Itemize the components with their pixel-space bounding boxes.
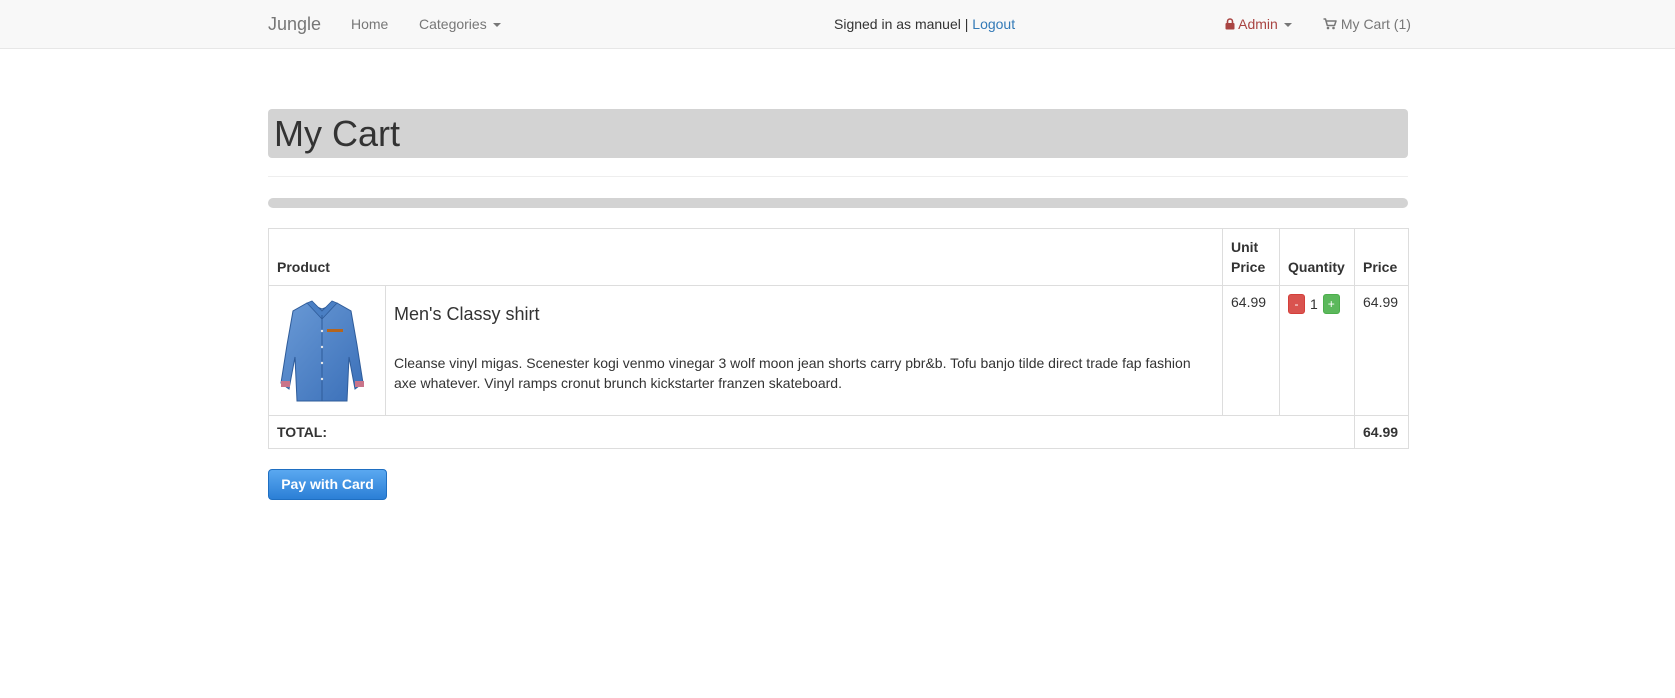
shopping-cart-icon: [1323, 18, 1337, 30]
product-description: Cleanse vinyl migas. Scenester kogi venm…: [394, 355, 1191, 391]
total-label: TOTAL:: [268, 415, 1355, 449]
quantity-cell: -1 +: [1279, 285, 1355, 416]
shirt-image: [280, 300, 364, 402]
product-info-cell: Men's Classy shirt Cleanse vinyl migas. …: [385, 285, 1223, 416]
caret-down-icon: [492, 23, 501, 28]
total-row: TOTAL: 64.99: [268, 415, 1409, 449]
increase-quantity-button[interactable]: +: [1322, 294, 1340, 314]
admin-label: Admin: [1238, 16, 1278, 32]
lock-icon: [1225, 18, 1235, 30]
caret-down-icon: [1283, 23, 1292, 28]
admin-dropdown[interactable]: Admin: [1225, 0, 1292, 48]
navbar: Jungle Home Categories Signed in as manu…: [0, 0, 1675, 49]
price-cell: 64.99: [1354, 285, 1409, 416]
logout-link[interactable]: Logout: [972, 16, 1015, 32]
page-header: My Cart: [268, 109, 1408, 158]
table-header-row: Product Unit Price Quantity Price: [268, 228, 1409, 286]
brand-logo[interactable]: Jungle: [268, 0, 321, 48]
table-row: Men's Classy shirt Cleanse vinyl migas. …: [268, 285, 1409, 416]
progress-bar: [268, 198, 1408, 208]
decrease-quantity-button[interactable]: -: [1288, 294, 1305, 314]
column-header-price: Price: [1354, 228, 1409, 286]
column-header-unit-price: Unit Price: [1222, 228, 1280, 286]
cart-table: Product Unit Price Quantity Price Men's …: [268, 228, 1409, 449]
my-cart-link[interactable]: My Cart (1): [1323, 0, 1411, 48]
nav-categories-dropdown[interactable]: Categories: [419, 0, 501, 48]
nav-categories-label: Categories: [419, 16, 487, 32]
divider: [268, 176, 1408, 177]
quantity-value: 1: [1310, 296, 1318, 312]
my-cart-label: My Cart (1): [1340, 16, 1411, 32]
page-title: My Cart: [274, 113, 400, 154]
product-image-cell: [268, 285, 386, 416]
nav-home-link[interactable]: Home: [351, 0, 388, 48]
column-header-quantity: Quantity: [1279, 228, 1355, 286]
product-name: Men's Classy shirt: [394, 304, 540, 324]
signed-in-status: Signed in as manuel | Logout: [834, 0, 1015, 48]
total-value: 64.99: [1354, 415, 1409, 449]
progress-bar-fill: [268, 198, 1408, 208]
pay-with-card-button[interactable]: Pay with Card: [268, 469, 387, 500]
column-header-product: Product: [268, 228, 1223, 286]
unit-price-cell: 64.99: [1222, 285, 1280, 416]
signed-in-text: Signed in as manuel |: [834, 16, 969, 32]
